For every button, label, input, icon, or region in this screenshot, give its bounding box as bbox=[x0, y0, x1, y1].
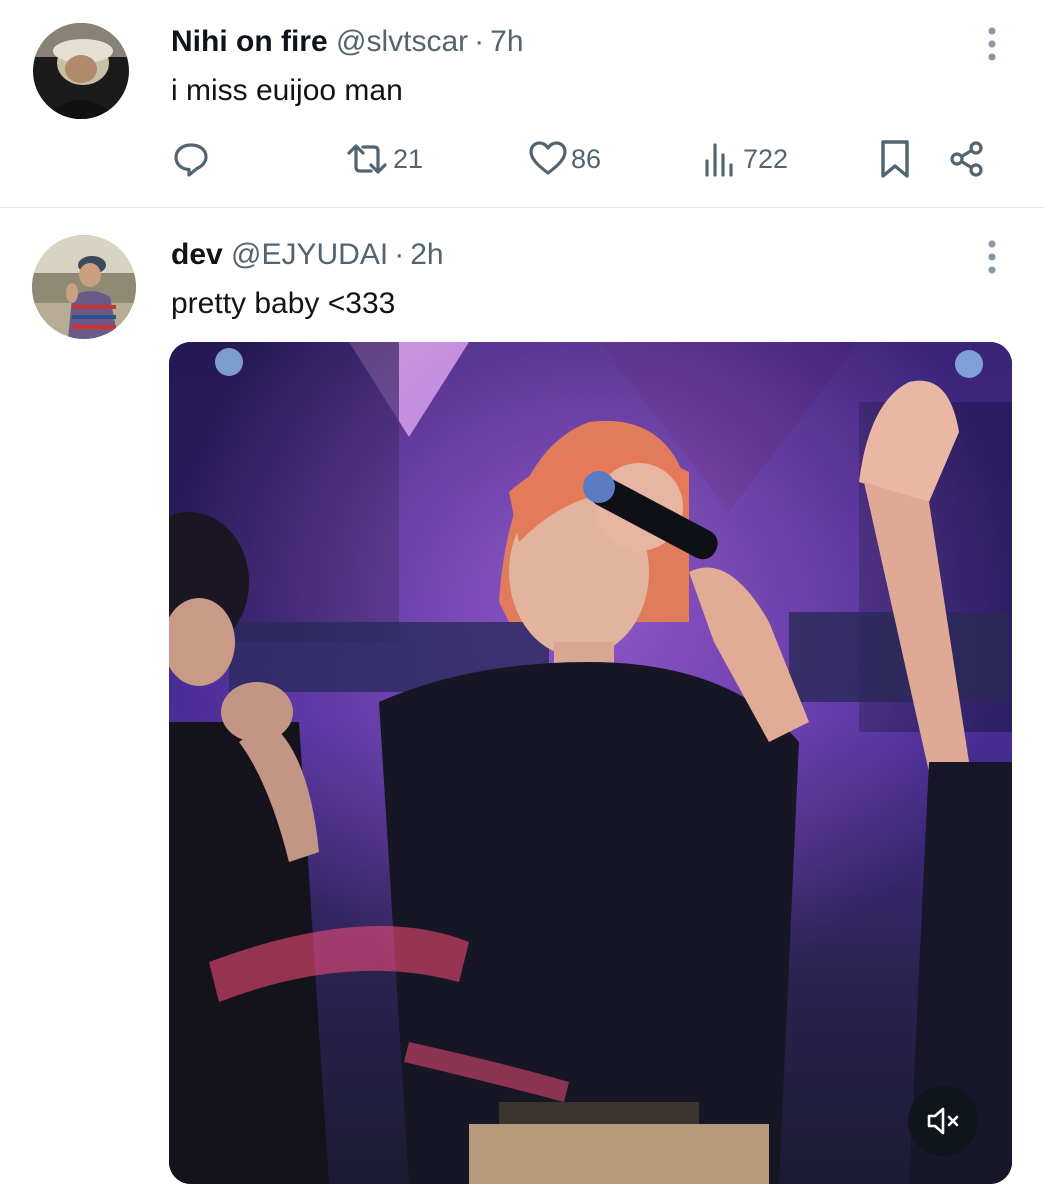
more-icon bbox=[988, 27, 996, 61]
avatar-image bbox=[32, 235, 136, 339]
like-button[interactable]: 86 bbox=[527, 136, 601, 182]
retweet-icon bbox=[347, 144, 387, 174]
video-player[interactable] bbox=[169, 342, 1012, 1184]
reply-icon bbox=[174, 143, 208, 177]
like-count: 86 bbox=[571, 143, 602, 174]
tweet-text: pretty baby <333 bbox=[171, 287, 396, 320]
tweet-header: Nihi on fire @slvtscar · 7h bbox=[171, 24, 524, 60]
avatar[interactable] bbox=[32, 235, 136, 339]
separator-dot: · bbox=[474, 25, 485, 58]
tweet[interactable]: dev @EJYUDAI · 2h pretty baby <333 bbox=[0, 209, 1044, 1200]
user-handle[interactable]: @slvtscar bbox=[336, 25, 468, 58]
avatar-image bbox=[33, 23, 129, 119]
reply-button[interactable] bbox=[171, 136, 213, 182]
bookmark-icon bbox=[881, 140, 909, 178]
tweet[interactable]: Nihi on fire @slvtscar · 7h i miss euijoo … bbox=[0, 0, 1044, 208]
views-button[interactable]: 722 bbox=[701, 136, 788, 182]
view-count: 722 bbox=[743, 143, 789, 174]
retweet-count: 21 bbox=[393, 143, 424, 174]
timestamp[interactable]: 2h bbox=[410, 238, 443, 271]
avatar[interactable] bbox=[33, 23, 129, 119]
share-icon bbox=[950, 141, 983, 177]
mute-icon bbox=[927, 1107, 959, 1135]
tweet-header: dev @EJYUDAI · 2h bbox=[171, 237, 444, 273]
user-handle[interactable]: @EJYUDAI bbox=[231, 238, 388, 271]
share-button[interactable] bbox=[947, 136, 987, 182]
more-options-button[interactable] bbox=[978, 237, 1006, 277]
timestamp[interactable]: 7h bbox=[490, 25, 523, 58]
video-frame bbox=[169, 342, 1012, 1184]
bookmark-button[interactable] bbox=[877, 136, 913, 182]
more-options-button[interactable] bbox=[978, 24, 1006, 64]
like-icon bbox=[529, 141, 567, 175]
display-name[interactable]: Nihi on fire bbox=[171, 25, 328, 58]
display-name[interactable]: dev bbox=[171, 238, 223, 271]
separator-dot: · bbox=[394, 238, 405, 271]
views-icon bbox=[705, 143, 733, 177]
tweet-actions: 21 86 722 bbox=[171, 136, 997, 182]
mute-toggle-button[interactable] bbox=[908, 1086, 978, 1156]
retweet-button[interactable]: 21 bbox=[343, 136, 423, 182]
more-icon bbox=[988, 240, 996, 274]
tweet-text: i miss euijoo man bbox=[171, 74, 403, 107]
